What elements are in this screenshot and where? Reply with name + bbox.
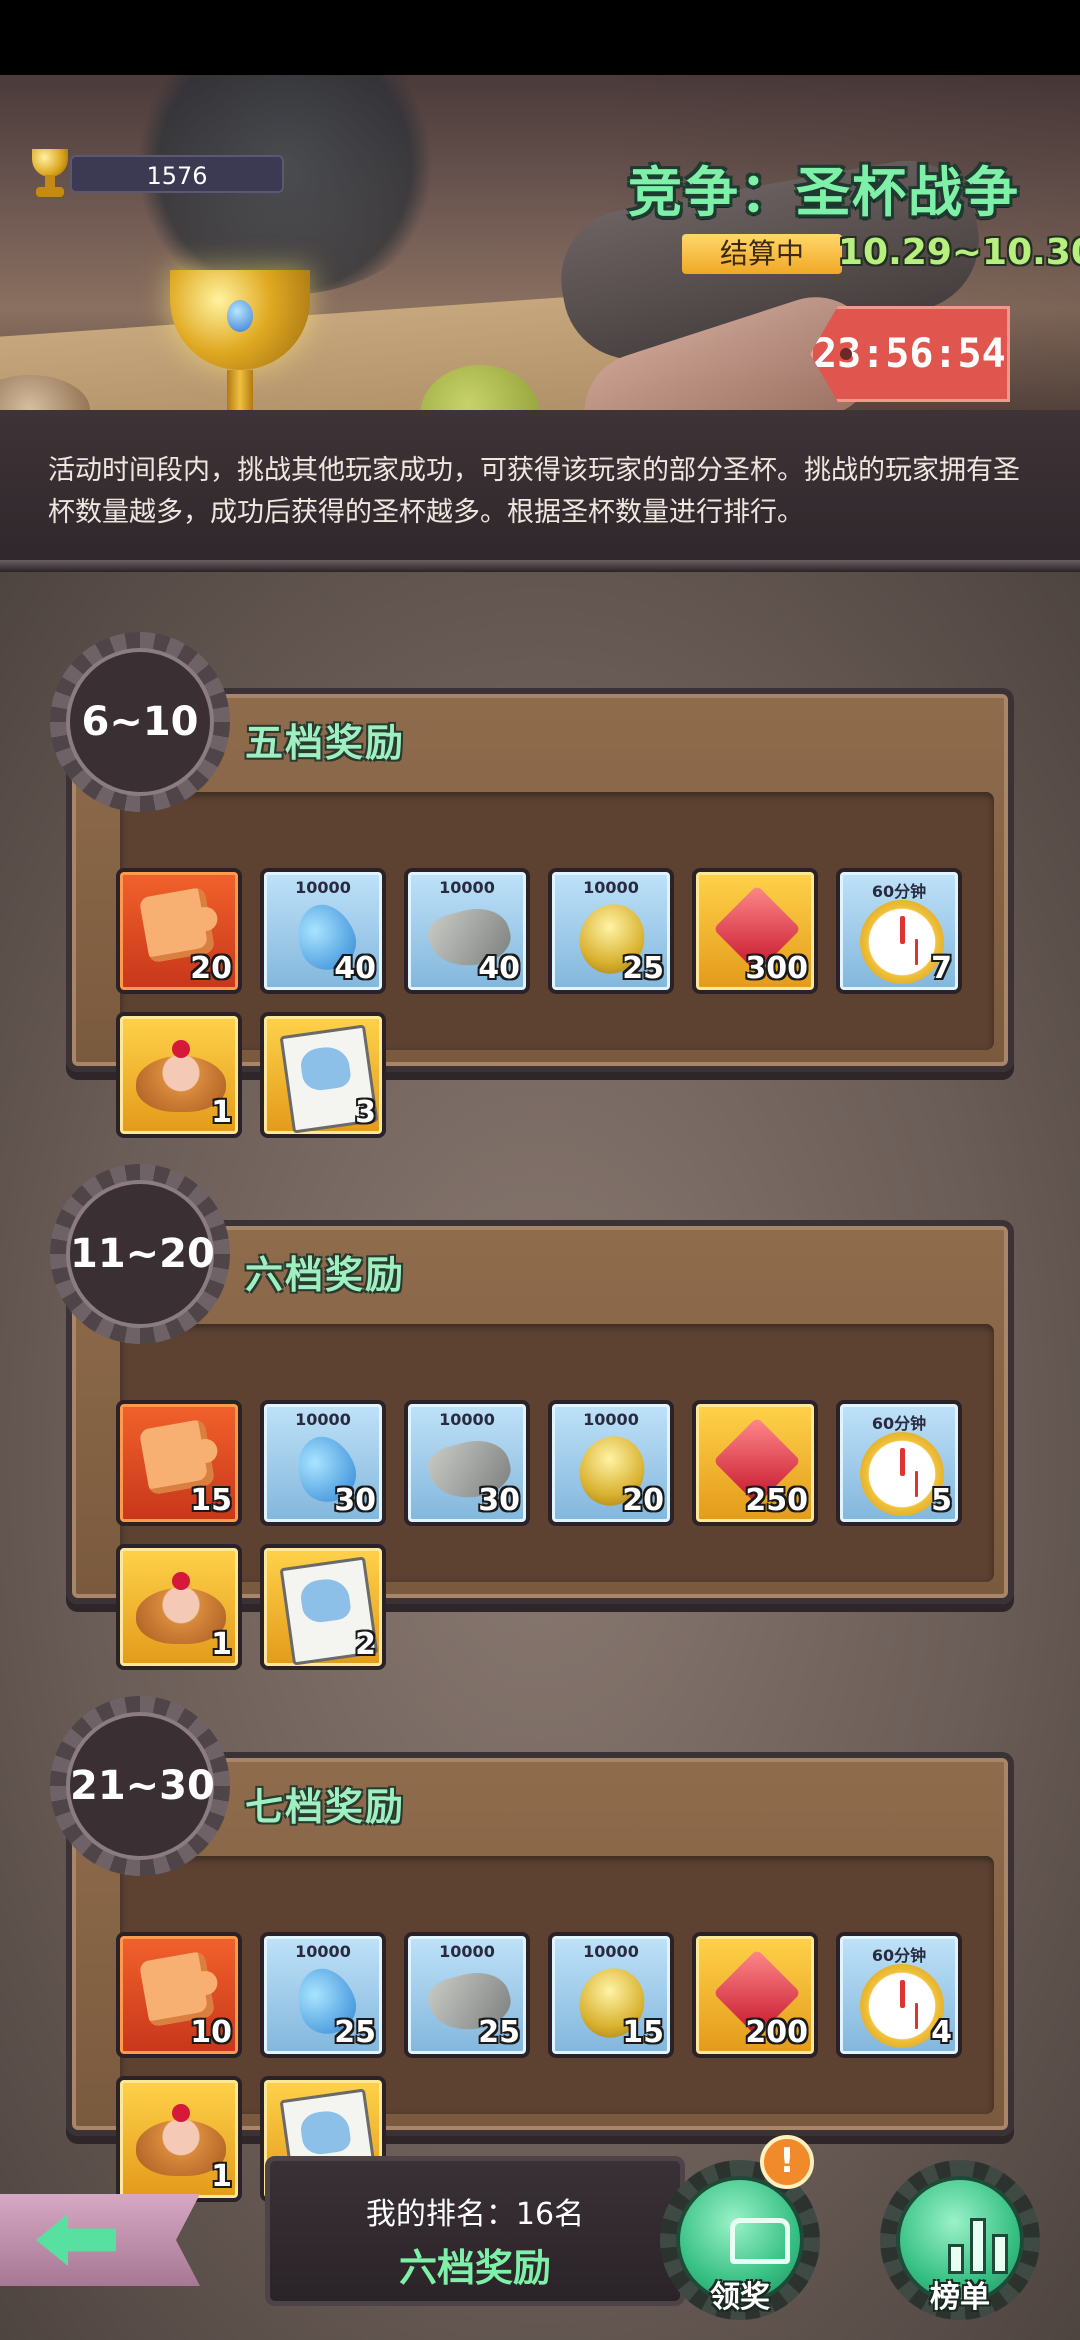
reward-item[interactable]: 60分钟 7 (836, 868, 962, 994)
reward-item[interactable]: 200 (692, 1932, 818, 2058)
tier-title: 五档奖励 (245, 721, 406, 765)
item-quantity: 25 (478, 2015, 520, 2050)
reward-item[interactable]: 20 (116, 868, 242, 994)
item-quantity: 7 (931, 951, 952, 986)
item-amount-label: 10000 (295, 1942, 351, 1961)
reward-item[interactable]: 10000 30 (260, 1400, 386, 1526)
tier-title: 六档奖励 (245, 1253, 406, 1297)
event-description-panel: 活动时间段内，挑战其他玩家成功，可获得该玩家的部分圣杯。挑战的玩家拥有圣杯数量越… (0, 410, 1080, 565)
item-quantity: 200 (745, 2015, 808, 2050)
item-quantity: 5 (931, 1483, 952, 1518)
item-amount-label: 10000 (295, 1410, 351, 1429)
item-quantity: 10 (190, 2015, 232, 2050)
tag-hole (840, 348, 852, 360)
reward-item[interactable]: 10000 25 (260, 1932, 386, 2058)
game-screen: 1576 竞争：圣杯战争 结算中 10.29~10.30 23:56:54 活动… (0, 0, 1080, 2340)
rank-gear-badge: 6~10 (50, 632, 230, 812)
item-quantity: 40 (478, 951, 520, 986)
trophy-count: 1576 (70, 155, 284, 193)
item-quantity: 20 (622, 1483, 664, 1518)
event-description: 活动时间段内，挑战其他玩家成功，可获得该玩家的部分圣杯。挑战的玩家拥有圣杯数量越… (48, 455, 1020, 528)
item-amount-label: 60分钟 (871, 1946, 927, 1965)
item-amount-label: 60分钟 (871, 1414, 927, 1433)
trophy-counter: 1576 (22, 145, 284, 201)
alert-badge: ! (760, 2135, 814, 2189)
rank-range: 21~30 (66, 1712, 215, 1860)
item-quantity: 1 (211, 1095, 232, 1130)
reward-item[interactable]: 60分钟 5 (836, 1400, 962, 1526)
item-quantity: 250 (745, 1483, 808, 1518)
reward-item[interactable]: 10000 25 (404, 1932, 530, 2058)
item-quantity: 20 (190, 951, 232, 986)
reward-item[interactable]: 15 (116, 1400, 242, 1526)
item-amount-label: 10000 (439, 1410, 495, 1429)
reward-item[interactable]: 10 (116, 1932, 242, 2058)
reward-item[interactable]: 2 (260, 1544, 386, 1670)
claim-reward-label: 领奖 (710, 2280, 770, 2315)
event-dates: 10.29~10.30 (838, 232, 1080, 273)
reward-tier: 21~30 七档奖励 10 10000 25 10000 25 10000 15 200 60分钟 4… (50, 1696, 1020, 2202)
event-title: 竞争：圣杯战争 (628, 161, 1020, 224)
footer-bar: 我的排名：16名 六档奖励 领奖 榜单 (0, 2150, 1080, 2340)
item-quantity: 3 (355, 1095, 376, 1130)
item-quantity: 25 (622, 951, 664, 986)
reward-tier-list[interactable]: 6~10 五档奖励 20 10000 40 10000 40 10000 25 300 60分钟 7 1… (0, 572, 1080, 2340)
reward-item[interactable]: 250 (692, 1400, 818, 1526)
my-rank-label: 我的排名：16名 (365, 2197, 585, 2232)
status-badge: 结算中 (682, 234, 842, 274)
reward-item[interactable]: 10000 25 (548, 868, 674, 994)
reward-item[interactable]: 10000 30 (404, 1400, 530, 1526)
item-quantity: 30 (334, 1483, 376, 1518)
my-rank-panel: 我的排名：16名 六档奖励 (265, 2156, 685, 2306)
rank-gear-badge: 21~30 (50, 1696, 230, 1876)
reward-tier: 11~20 六档奖励 15 10000 30 10000 30 10000 20 250 60分钟 5… (50, 1164, 1020, 1670)
item-quantity: 4 (931, 2015, 952, 2050)
item-amount-label: 10000 (583, 1942, 639, 1961)
reward-item[interactable]: 3 (260, 1012, 386, 1138)
reward-item[interactable]: 10000 40 (260, 868, 386, 994)
leaderboard-label: 榜单 (930, 2280, 990, 2315)
item-quantity: 300 (745, 951, 808, 986)
status-bar (0, 0, 1080, 75)
tier-title: 七档奖励 (245, 1785, 406, 1829)
bar-chart-icon (948, 2214, 1012, 2274)
rank-range: 11~20 (66, 1180, 215, 1328)
item-amount-label: 10000 (583, 1410, 639, 1429)
item-amount-label: 10000 (295, 878, 351, 897)
reward-item[interactable]: 10000 20 (548, 1400, 674, 1526)
item-amount-label: 10000 (439, 1942, 495, 1961)
reward-item[interactable]: 60分钟 4 (836, 1932, 962, 2058)
reward-item[interactable]: 300 (692, 868, 818, 994)
divider (0, 560, 1080, 572)
item-quantity: 15 (622, 2015, 664, 2050)
item-quantity: 40 (334, 951, 376, 986)
leaderboard-button[interactable]: 榜单 (880, 2160, 1040, 2320)
item-quantity: 30 (478, 1483, 520, 1518)
item-quantity: 1 (211, 1627, 232, 1662)
reward-tier: 6~10 五档奖励 20 10000 40 10000 40 10000 25 300 60分钟 7 1… (50, 632, 1020, 1138)
item-quantity: 2 (355, 1627, 376, 1662)
rank-range: 6~10 (66, 648, 214, 796)
item-quantity: 25 (334, 2015, 376, 2050)
reward-item[interactable]: 1 (116, 1544, 242, 1670)
my-rank-tier: 六档奖励 (398, 2246, 551, 2290)
item-amount-label: 10000 (583, 878, 639, 897)
back-button[interactable] (0, 2180, 215, 2300)
reward-item[interactable]: 10000 40 (404, 868, 530, 994)
item-amount-label: 60分钟 (871, 882, 927, 901)
rank-gear-badge: 11~20 (50, 1164, 230, 1344)
treasure-chest-icon (730, 2218, 790, 2264)
reward-item[interactable]: 10000 15 (548, 1932, 674, 2058)
reward-item[interactable]: 1 (116, 1012, 242, 1138)
item-amount-label: 10000 (439, 878, 495, 897)
item-quantity: 15 (190, 1483, 232, 1518)
